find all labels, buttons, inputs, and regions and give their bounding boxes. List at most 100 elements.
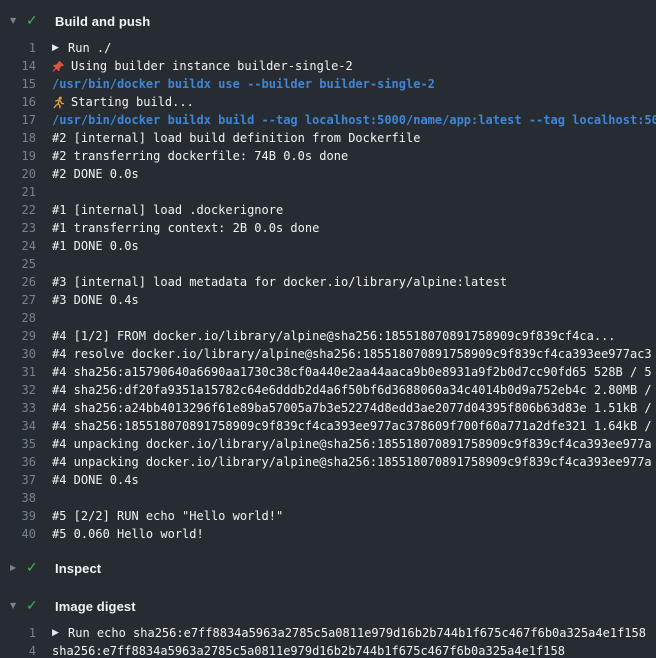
runner-icon (52, 93, 71, 111)
line-number[interactable]: 40 (0, 525, 52, 543)
line-number[interactable]: 39 (0, 507, 52, 525)
line-number[interactable]: 4 (0, 642, 52, 658)
log-line: 25 (0, 255, 656, 273)
log-line: 40 #5 0.060 Hello world! (0, 525, 656, 543)
log-lines: 1 ▶ Run echo sha256:e7ff8834a5963a2785c5… (0, 624, 656, 658)
check-success-icon: ✓ (26, 557, 42, 579)
expand-run-icon[interactable]: ▶ (52, 624, 68, 642)
log-line: 36 #4 unpacking docker.io/library/alpine… (0, 453, 656, 471)
line-text: #1 DONE 0.0s (52, 237, 656, 255)
step-header[interactable]: ▶ ✓ Inspect (0, 557, 656, 579)
line-number[interactable]: 20 (0, 165, 52, 183)
log-line: 15 /usr/bin/docker buildx use --builder … (0, 75, 656, 93)
chevron-right-icon[interactable]: ▶ (10, 557, 26, 579)
line-number[interactable]: 28 (0, 309, 52, 327)
log-line: 14 Using builder instance builder-single… (0, 57, 656, 75)
log-line: 19 #2 transferring dockerfile: 74B 0.0s … (0, 147, 656, 165)
chevron-down-icon[interactable]: ▼ (10, 595, 26, 617)
line-number[interactable]: 36 (0, 453, 52, 471)
step-header[interactable]: ▼ ✓ Image digest (0, 595, 656, 617)
log-line: 26 #3 [internal] load metadata for docke… (0, 273, 656, 291)
line-text: #2 [internal] load build definition from… (52, 129, 656, 147)
log-line: 28 (0, 309, 656, 327)
log-line: 18 #2 [internal] load build definition f… (0, 129, 656, 147)
log-line: 32 #4 sha256:df20fa9351a15782c64e6dddb2d… (0, 381, 656, 399)
log-line: 37 #4 DONE 0.4s (0, 471, 656, 489)
log-line: 24 #1 DONE 0.0s (0, 237, 656, 255)
line-number[interactable]: 21 (0, 183, 52, 201)
log-line: 34 #4 sha256:185518070891758909c9f839cf4… (0, 417, 656, 435)
line-number[interactable]: 15 (0, 75, 52, 93)
line-number[interactable]: 19 (0, 147, 52, 165)
line-text: #4 sha256:185518070891758909c9f839cf4ca3… (52, 417, 656, 435)
line-number[interactable]: 33 (0, 399, 52, 417)
step-title: Image digest (55, 599, 136, 614)
log-line: 20 #2 DONE 0.0s (0, 165, 656, 183)
line-number[interactable]: 35 (0, 435, 52, 453)
log-line: 27 #3 DONE 0.4s (0, 291, 656, 309)
line-text: #1 transferring context: 2B 0.0s done (52, 219, 656, 237)
line-text: #4 sha256:df20fa9351a15782c64e6dddb2d4a6… (52, 381, 656, 399)
pushpin-icon (52, 57, 71, 75)
log-line: 39 #5 [2/2] RUN echo "Hello world!" (0, 507, 656, 525)
line-number[interactable]: 1 (0, 624, 52, 642)
line-text: Run echo sha256:e7ff8834a5963a2785c5a081… (68, 624, 656, 642)
line-number[interactable]: 32 (0, 381, 52, 399)
line-text: #4 resolve docker.io/library/alpine@sha2… (52, 345, 656, 363)
line-number[interactable]: 30 (0, 345, 52, 363)
log-line: 16 Starting build... (0, 93, 656, 111)
line-text: #4 DONE 0.4s (52, 471, 656, 489)
line-text: #2 transferring dockerfile: 74B 0.0s don… (52, 147, 656, 165)
expand-run-icon[interactable]: ▶ (52, 39, 68, 57)
line-text: #4 unpacking docker.io/library/alpine@sh… (52, 453, 656, 471)
line-number[interactable]: 34 (0, 417, 52, 435)
line-text: #4 sha256:a24bb4013296f61e89ba57005a7b3e… (52, 399, 656, 417)
line-number[interactable]: 26 (0, 273, 52, 291)
line-text (52, 489, 656, 507)
line-text: #5 0.060 Hello world! (52, 525, 656, 543)
check-success-icon: ✓ (26, 10, 42, 32)
log-line: 21 (0, 183, 656, 201)
line-number[interactable]: 16 (0, 93, 52, 111)
line-number[interactable]: 23 (0, 219, 52, 237)
log-section: ▼ ✓ Image digest 1 ▶ Run echo sha256:e7f… (0, 595, 656, 658)
chevron-down-icon[interactable]: ▼ (10, 10, 26, 32)
step-header[interactable]: ▼ ✓ Build and push (0, 10, 656, 32)
log-line: 33 #4 sha256:a24bb4013296f61e89ba57005a7… (0, 399, 656, 417)
line-number[interactable]: 22 (0, 201, 52, 219)
line-text: sha256:e7ff8834a5963a2785c5a0811e979d16b… (52, 642, 656, 658)
step-title: Inspect (55, 561, 101, 576)
line-text: #2 DONE 0.0s (52, 165, 656, 183)
log-line: 38 (0, 489, 656, 507)
line-text: #3 [internal] load metadata for docker.i… (52, 273, 656, 291)
log-line: 30 #4 resolve docker.io/library/alpine@s… (0, 345, 656, 363)
log-line: 23 #1 transferring context: 2B 0.0s done (0, 219, 656, 237)
line-number[interactable]: 17 (0, 111, 52, 129)
line-text: #1 [internal] load .dockerignore (52, 201, 656, 219)
line-number[interactable]: 38 (0, 489, 52, 507)
line-number[interactable]: 29 (0, 327, 52, 345)
line-number[interactable]: 37 (0, 471, 52, 489)
line-number[interactable]: 18 (0, 129, 52, 147)
line-text: Using builder instance builder-single-2 (71, 57, 656, 75)
log-line: 29 #4 [1/2] FROM docker.io/library/alpin… (0, 327, 656, 345)
line-text: /usr/bin/docker buildx use --builder bui… (52, 75, 656, 93)
line-text (52, 183, 656, 201)
line-number[interactable]: 14 (0, 57, 52, 75)
log-line: 1 ▶ Run echo sha256:e7ff8834a5963a2785c5… (0, 624, 656, 642)
line-text: /usr/bin/docker buildx build --tag local… (52, 111, 656, 129)
line-number[interactable]: 24 (0, 237, 52, 255)
line-text: #4 sha256:a15790640a6690aa1730c38cf0a440… (52, 363, 656, 381)
line-text: #4 unpacking docker.io/library/alpine@sh… (52, 435, 656, 453)
log-line: 1 ▶ Run ./ (0, 39, 656, 57)
step-title: Build and push (55, 14, 150, 29)
log-line: 35 #4 unpacking docker.io/library/alpine… (0, 435, 656, 453)
check-success-icon: ✓ (26, 595, 42, 617)
line-number[interactable]: 27 (0, 291, 52, 309)
line-number[interactable]: 31 (0, 363, 52, 381)
log-lines: 1 ▶ Run ./ 14 Using builder instance bui… (0, 39, 656, 543)
line-number[interactable]: 25 (0, 255, 52, 273)
line-number[interactable]: 1 (0, 39, 52, 57)
line-text: #5 [2/2] RUN echo "Hello world!" (52, 507, 656, 525)
line-text: Starting build... (71, 93, 656, 111)
